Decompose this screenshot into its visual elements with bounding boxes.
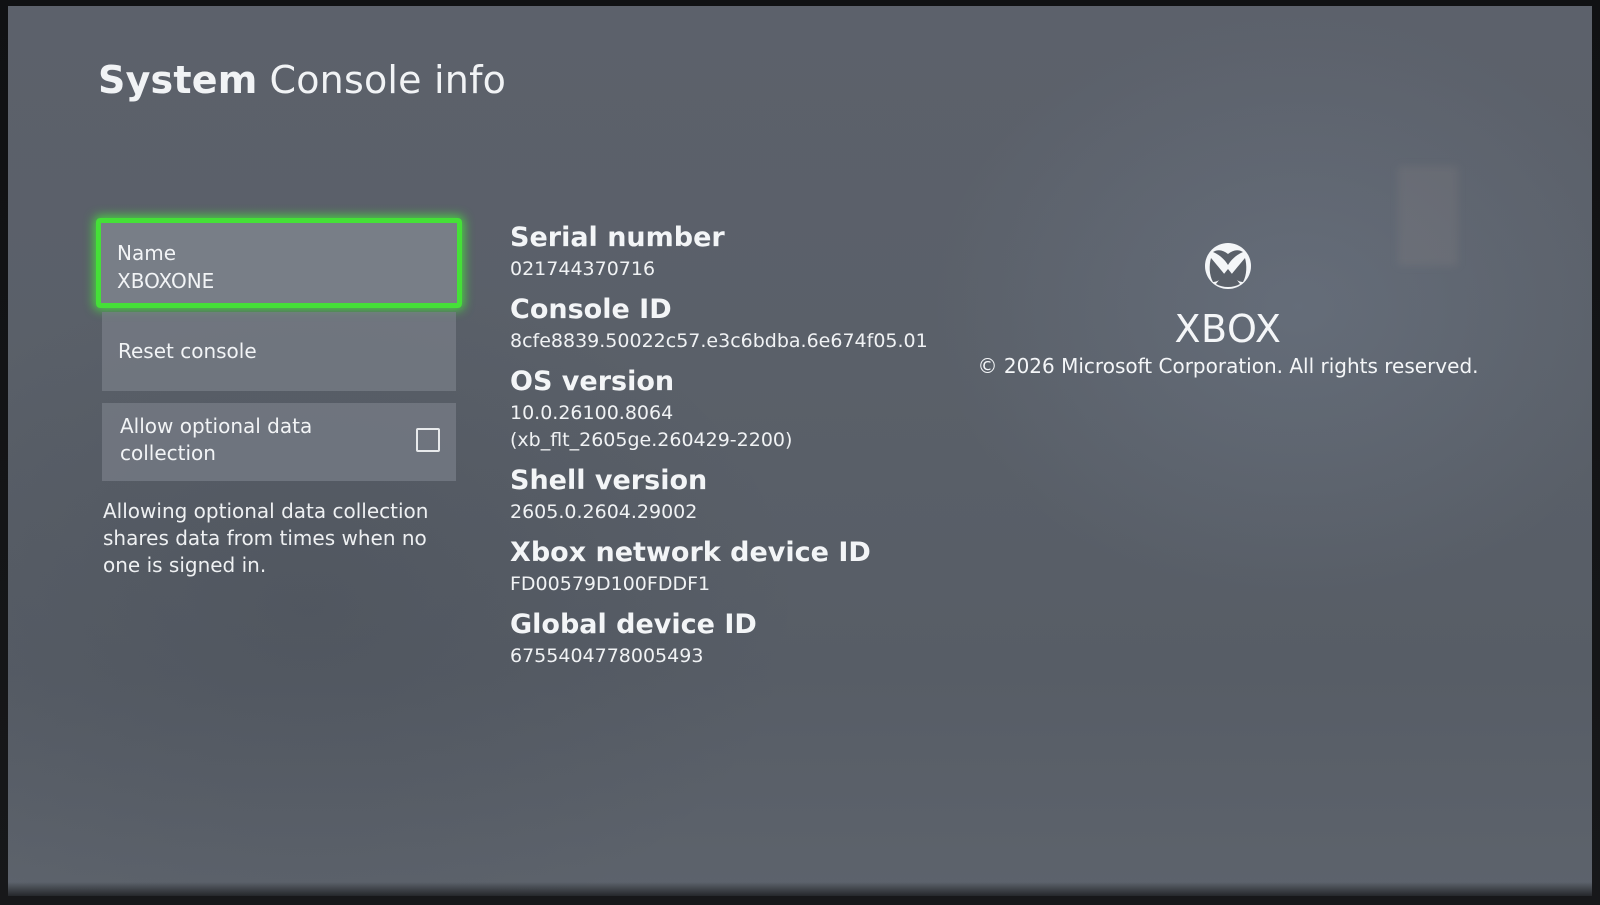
xbox-wordmark: XBOX: [1174, 307, 1282, 351]
network-device-id-label: Xbox network device ID: [510, 537, 871, 568]
global-device-id-value: 6755404778005493: [510, 645, 704, 667]
optional-data-collection-checkbox[interactable]: [416, 428, 440, 452]
serial-number-value: 021744370716: [510, 258, 656, 280]
reset-console-button[interactable]: Reset console: [102, 312, 456, 391]
reset-console-label: Reset console: [118, 339, 257, 363]
copyright-text: © 2026 Microsoft Corporation. All rights…: [977, 354, 1479, 378]
os-version-label: OS version: [510, 366, 675, 397]
os-version-row: OS version 10.0.26100.8064 (xb_flt_2605g…: [510, 364, 970, 454]
console-name-value: XBOXONE: [117, 269, 215, 293]
data-collection-help-text: Allowing optional data collection shares…: [103, 499, 429, 577]
xbox-logo-icon: [1205, 243, 1251, 289]
os-version-build: (xb_flt_2605ge.260429-2200): [510, 429, 793, 451]
shell-version-label: Shell version: [510, 465, 708, 496]
console-id-value: 8cfe8839.50022c57.e3c6bdba.6e674f05.01: [510, 330, 928, 352]
breadcrumb: System: [98, 58, 258, 102]
global-device-id-row: Global device ID 6755404778005493: [510, 607, 970, 670]
serial-number-row: Serial number 021744370716: [510, 220, 970, 283]
name-button[interactable]: Name XBOXONE: [96, 218, 462, 308]
global-device-id-label: Global device ID: [510, 609, 757, 640]
shell-version-row: Shell version 2605.0.2604.29002: [510, 463, 970, 526]
console-id-label: Console ID: [510, 294, 672, 325]
os-version-value: 10.0.26100.8064: [510, 402, 674, 424]
optional-data-collection-label: Allow optional data collection: [120, 414, 313, 465]
console-info-list: Serial number 021744370716 Console ID 8c…: [510, 220, 970, 679]
console-id-row: Console ID 8cfe8839.50022c57.e3c6bdba.6e…: [510, 292, 970, 355]
network-device-id-value: FD00579D100FDDF1: [510, 573, 711, 595]
page-title: System Console info: [98, 58, 506, 102]
optional-data-collection-toggle[interactable]: Allow optional data collection: [102, 403, 456, 481]
tv-bezel: System Console info Name XBOXONE Reset co…: [0, 0, 1600, 905]
name-label: Name: [117, 241, 177, 265]
brand-block: XBOX © 2026 Microsoft Corporation. All r…: [968, 242, 1488, 380]
console-info-screen: System Console info Name XBOXONE Reset co…: [8, 6, 1592, 896]
serial-number-label: Serial number: [510, 222, 725, 253]
page-heading: Console info: [269, 58, 507, 102]
screen-bottom-shade: [8, 882, 1592, 896]
shell-version-value: 2605.0.2604.29002: [510, 501, 698, 523]
network-device-id-row: Xbox network device ID FD00579D100FDDF1: [510, 535, 970, 598]
